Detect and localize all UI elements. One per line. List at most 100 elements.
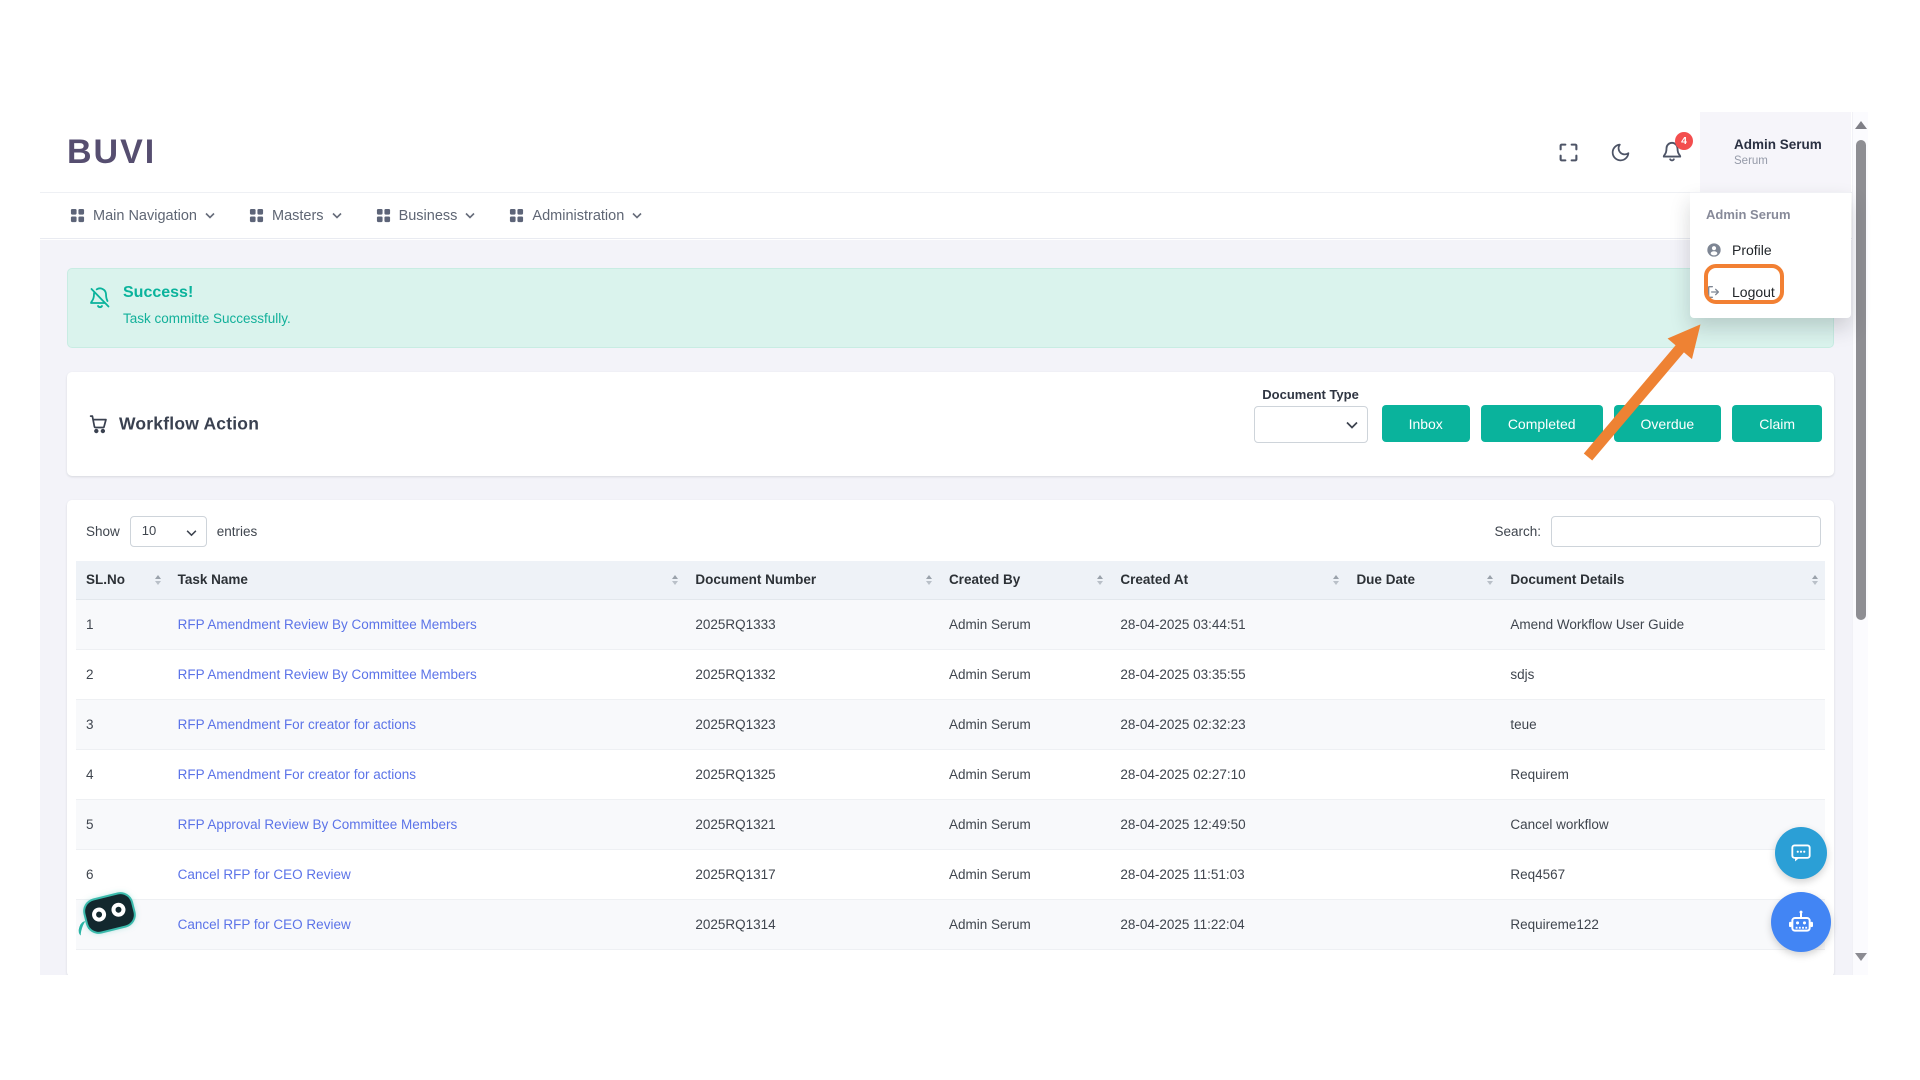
cell-created-at: 28-04-2025 03:35:55 <box>1110 649 1346 699</box>
task-link[interactable]: RFP Amendment Review By Committee Member… <box>178 617 477 632</box>
table-row: 4 RFP Amendment For creator for actions … <box>76 749 1825 799</box>
column-header-document-details[interactable]: Document Details <box>1500 561 1825 599</box>
table-row: 1 RFP Amendment Review By Committee Memb… <box>76 599 1825 649</box>
sort-icon <box>1812 575 1818 585</box>
column-header-created-at[interactable]: Created At <box>1110 561 1346 599</box>
cell-task-name: RFP Amendment For creator for actions <box>168 699 686 749</box>
cell-document-details: Requirem <box>1500 749 1825 799</box>
chevron-down-icon <box>632 212 642 219</box>
main-navbar: Main Navigation Masters Business Adminis… <box>40 192 1868 239</box>
cell-slno: 3 <box>76 699 168 749</box>
cell-due-date <box>1346 799 1500 849</box>
cell-created-by: Admin Serum <box>939 799 1110 849</box>
scrollbar-down-arrow[interactable] <box>1855 953 1867 961</box>
nav-item-business[interactable]: Business <box>376 208 476 224</box>
chevron-down-icon <box>465 212 475 219</box>
sort-icon <box>926 575 932 585</box>
task-link[interactable]: Cancel RFP for CEO Review <box>178 917 351 932</box>
task-link[interactable]: RFP Amendment For creator for actions <box>178 767 416 782</box>
vertical-scrollbar <box>1852 112 1868 975</box>
column-header-slno[interactable]: SL.No <box>76 561 168 599</box>
grid-icon <box>70 208 85 223</box>
page-body: Success! Task committe Successfully. Wor… <box>40 240 1852 975</box>
cell-document-number: 2025RQ1314 <box>685 899 939 949</box>
notification-badge: 4 <box>1675 132 1693 150</box>
user-dropdown-menu: Admin Serum Profile Logout <box>1690 192 1851 318</box>
cell-task-name: RFP Amendment For creator for actions <box>168 749 686 799</box>
claim-button[interactable]: Claim <box>1732 405 1822 442</box>
topbar: BUVI 4 <box>40 112 1868 192</box>
cell-slno: 5 <box>76 799 168 849</box>
cell-created-at: 28-04-2025 03:44:51 <box>1110 599 1346 649</box>
robot-icon <box>1785 906 1817 938</box>
cell-created-at: 28-04-2025 11:22:04 <box>1110 899 1346 949</box>
column-header-due-date[interactable]: Due Date <box>1346 561 1500 599</box>
task-link[interactable]: RFP Amendment Review By Committee Member… <box>178 667 477 682</box>
table-row: 3 RFP Amendment For creator for actions … <box>76 699 1825 749</box>
entries-label: entries <box>217 524 258 539</box>
sort-icon <box>1487 575 1493 585</box>
table-row: 7 Cancel RFP for CEO Review 2025RQ1314 A… <box>76 899 1825 949</box>
search-label: Search: <box>1494 524 1541 539</box>
cell-task-name: Cancel RFP for CEO Review <box>168 899 686 949</box>
cell-created-by: Admin Serum <box>939 599 1110 649</box>
task-link[interactable]: Cancel RFP for CEO Review <box>178 867 351 882</box>
grid-icon <box>509 208 524 223</box>
cell-created-by: Admin Serum <box>939 749 1110 799</box>
overdue-button[interactable]: Overdue <box>1614 405 1722 442</box>
fullscreen-icon[interactable] <box>1556 140 1580 164</box>
table-row: 6 Cancel RFP for CEO Review 2025RQ1317 A… <box>76 849 1825 899</box>
search-input[interactable] <box>1551 516 1821 547</box>
nav-item-masters[interactable]: Masters <box>249 208 342 224</box>
task-link[interactable]: RFP Amendment For creator for actions <box>178 717 416 732</box>
profile-menu-item[interactable]: Profile <box>1690 237 1851 263</box>
moon-icon[interactable] <box>1608 140 1632 164</box>
scrollbar-thumb[interactable] <box>1856 140 1866 620</box>
app-window: BUVI 4 <box>40 112 1868 975</box>
column-header-task-name[interactable]: Task Name <box>168 561 686 599</box>
scrollbar-up-arrow[interactable] <box>1855 121 1867 129</box>
topbar-icon-row: 4 <box>1556 112 1684 192</box>
cell-document-number: 2025RQ1333 <box>685 599 939 649</box>
completed-button[interactable]: Completed <box>1481 405 1603 442</box>
document-type-select[interactable] <box>1254 406 1368 443</box>
workflow-title: Workflow Action <box>88 414 259 435</box>
cell-due-date <box>1346 899 1500 949</box>
chat-bubble-icon <box>1788 840 1814 866</box>
cart-icon <box>88 414 109 435</box>
bell-icon[interactable]: 4 <box>1660 140 1684 164</box>
column-header-document-number[interactable]: Document Number <box>685 561 939 599</box>
column-header-created-by[interactable]: Created By <box>939 561 1110 599</box>
chevron-down-icon <box>1346 416 1358 434</box>
cell-created-at: 28-04-2025 11:51:03 <box>1110 849 1346 899</box>
cell-slno: 2 <box>76 649 168 699</box>
user-name: Admin Serum <box>1734 137 1851 152</box>
task-link[interactable]: RFP Approval Review By Committee Members <box>178 817 458 832</box>
logout-menu-item[interactable]: Logout <box>1690 279 1851 305</box>
workflow-action-card: Workflow Action Document Type Inbox Comp <box>67 372 1834 476</box>
brand-logo: BUVI <box>67 133 156 172</box>
user-menu-button[interactable]: Admin Serum Serum <box>1700 112 1851 192</box>
tasks-table: SL.No Task Name Document Number Created … <box>76 561 1825 950</box>
alert-title: Success! <box>123 284 291 302</box>
grid-icon <box>249 208 264 223</box>
dropdown-user-name: Admin Serum <box>1706 207 1851 222</box>
cell-document-number: 2025RQ1323 <box>685 699 939 749</box>
assistant-robot-fab-button[interactable] <box>1771 892 1831 952</box>
sort-icon <box>1097 575 1103 585</box>
cell-slno: 6 <box>76 849 168 899</box>
nav-item-administration[interactable]: Administration <box>509 208 642 224</box>
workflow-controls: Document Type Inbox Completed Overdue Cl… <box>1254 387 1822 443</box>
cell-document-number: 2025RQ1325 <box>685 749 939 799</box>
logout-icon <box>1706 284 1722 300</box>
nav-item-main-navigation[interactable]: Main Navigation <box>70 208 215 224</box>
cell-created-by: Admin Serum <box>939 849 1110 899</box>
chat-fab-button[interactable] <box>1775 827 1827 879</box>
chevron-down-icon <box>332 212 342 219</box>
sort-icon <box>672 575 678 585</box>
table-header-row: SL.No Task Name Document Number Created … <box>76 561 1825 599</box>
inbox-button[interactable]: Inbox <box>1382 405 1470 442</box>
page-size-select[interactable]: 10 <box>130 516 207 547</box>
cell-slno: 1 <box>76 599 168 649</box>
cell-due-date <box>1346 699 1500 749</box>
